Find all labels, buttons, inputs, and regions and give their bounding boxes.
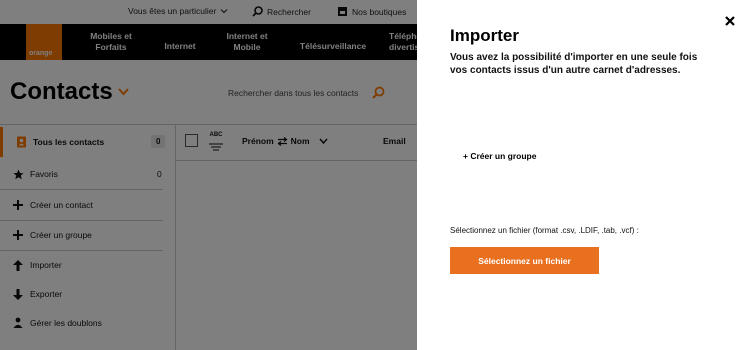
file-select-label: Sélectionnez un fichier (format .csv, .L… [450, 226, 639, 235]
select-file-button-label: Sélectionnez un fichier [478, 255, 571, 266]
panel-description: Vous avez la possibilité d'importer en u… [450, 52, 698, 76]
close-icon[interactable] [723, 14, 737, 28]
import-panel: Importer Vous avez la possibilité d'impo… [417, 0, 750, 350]
select-file-button[interactable]: Sélectionnez un fichier [450, 247, 599, 274]
create-group-link[interactable]: + Créer un groupe [463, 151, 536, 161]
modal-backdrop[interactable] [0, 0, 417, 350]
create-group-label: + Créer un groupe [463, 151, 537, 161]
panel-title: Importer [450, 26, 519, 45]
